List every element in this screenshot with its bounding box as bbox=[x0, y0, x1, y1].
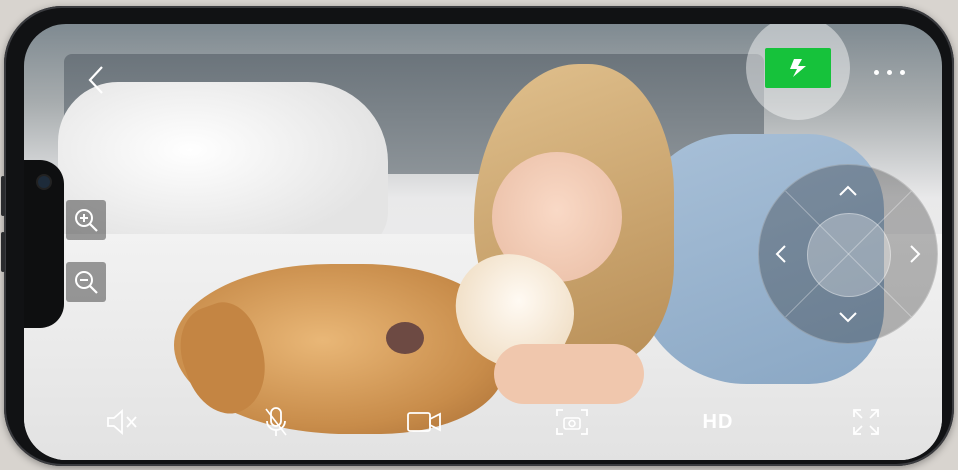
video-camera-icon bbox=[407, 412, 441, 432]
snapshot-button[interactable] bbox=[550, 402, 594, 442]
dpad-center[interactable] bbox=[807, 213, 891, 297]
record-video-button[interactable] bbox=[402, 402, 446, 442]
zoom-in-button[interactable] bbox=[66, 200, 106, 240]
more-dots-icon bbox=[886, 69, 892, 75]
fullscreen-button[interactable] bbox=[844, 402, 888, 442]
chevron-right-icon bbox=[910, 245, 921, 263]
phone-frame: HD bbox=[1, 6, 954, 466]
scene-pillow bbox=[58, 82, 388, 252]
ptz-down-button[interactable] bbox=[834, 303, 862, 331]
camera-live-view: HD bbox=[24, 24, 942, 460]
fullscreen-icon bbox=[853, 409, 879, 435]
ptz-up-button[interactable] bbox=[834, 177, 862, 205]
phone-side-button bbox=[1, 176, 5, 216]
zoom-out-button[interactable] bbox=[66, 262, 106, 302]
microphone-icon bbox=[265, 407, 287, 436]
more-dots-icon bbox=[899, 69, 905, 75]
scene-dog-nose bbox=[386, 322, 424, 354]
lightning-icon bbox=[790, 59, 806, 77]
zoom-in-icon bbox=[75, 209, 98, 232]
front-camera bbox=[38, 176, 50, 188]
flash-button-highlight bbox=[746, 24, 850, 120]
hd-quality-toggle[interactable]: HD bbox=[696, 402, 740, 442]
chevron-up-icon bbox=[839, 185, 857, 196]
ptz-direction-pad[interactable] bbox=[758, 164, 938, 344]
flash-button[interactable] bbox=[765, 48, 831, 88]
speaker-muted-icon bbox=[107, 409, 137, 435]
more-options-button[interactable] bbox=[864, 60, 914, 84]
phone-side-button bbox=[1, 232, 5, 272]
microphone-button[interactable] bbox=[254, 402, 298, 442]
zoom-out-icon bbox=[75, 271, 98, 294]
chevron-left-icon bbox=[775, 245, 786, 263]
chevron-left-icon bbox=[88, 66, 103, 94]
ptz-right-button[interactable] bbox=[901, 240, 929, 268]
chevron-down-icon bbox=[839, 312, 857, 323]
ptz-left-button[interactable] bbox=[767, 240, 795, 268]
mute-button[interactable] bbox=[100, 402, 144, 442]
back-button[interactable] bbox=[78, 62, 114, 98]
camera-capture-icon bbox=[556, 409, 588, 435]
scene-person-arm bbox=[494, 344, 644, 404]
phone-notch bbox=[24, 160, 64, 328]
more-dots-icon bbox=[873, 69, 879, 75]
